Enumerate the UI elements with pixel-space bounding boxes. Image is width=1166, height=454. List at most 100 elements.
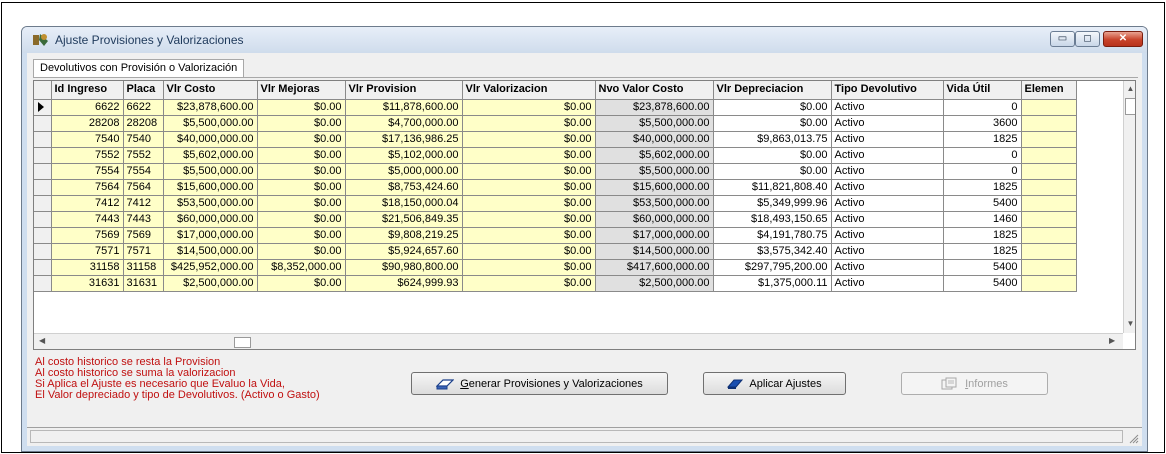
cell-col-vlr-costo[interactable]: $40,000,000.00 [163,131,258,148]
cell-col-id-ingreso[interactable]: 6622 [51,99,124,116]
cell-col-vlr-provision[interactable]: $90,980,800.00 [345,259,463,276]
table-row[interactable]: 7569 7569 $17,000,000.00 $0.00 $9,808,219.25… [34,227,1077,244]
resize-grip-icon[interactable] [1129,434,1139,444]
cell-col-vlr-valorizacion[interactable]: $0.00 [462,259,596,276]
cell-col-vlr-mejoras[interactable]: $0.00 [257,99,346,116]
cell-col-id-ingreso[interactable]: 28208 [51,115,124,132]
scroll-left-icon[interactable]: ◀ [39,336,45,345]
cell-col-vlr-depreciacion[interactable]: $9,863,013.75 [713,131,832,148]
cell-col-placa[interactable]: 6622 [123,99,164,116]
cell-col-placa[interactable]: 7554 [123,163,164,180]
row-selector[interactable] [34,115,52,132]
cell-col-nvo-valor-costo[interactable]: $40,000,000.00 [595,131,714,148]
cell-col-vlr-costo[interactable]: $14,500,000.00 [163,243,258,260]
cell-col-vlr-costo[interactable]: $15,600,000.00 [163,179,258,196]
table-row[interactable]: 7540 7540 $40,000,000.00 $0.00 $17,136,986.2… [34,131,1077,148]
row-selector[interactable] [34,99,52,116]
cell-col-id-ingreso[interactable]: 7571 [51,243,124,260]
table-row[interactable]: 6622 6622 $23,878,600.00 $0.00 $11,878,600.0… [34,99,1077,116]
table-row[interactable]: 7564 7564 $15,600,000.00 $0.00 $8,753,424.60… [34,179,1077,196]
header-col-vlr-valorizacion[interactable]: Vlr Valorizacion [462,81,596,100]
cell-col-vida-util[interactable]: 5400 [943,275,1022,292]
cell-col-vlr-mejoras[interactable]: $0.00 [257,131,346,148]
header-col-tipo-devolutivo[interactable]: Tipo Devolutivo [831,81,944,100]
cell-col-nvo-valor-costo[interactable]: $17,000,000.00 [595,227,714,244]
cell-col-id-ingreso[interactable]: 7443 [51,211,124,228]
cell-col-vlr-valorizacion[interactable]: $0.00 [462,179,596,196]
table-row[interactable]: 7571 7571 $14,500,000.00 $0.00 $5,924,657.60… [34,243,1077,260]
cell-col-vlr-depreciacion[interactable]: $3,575,342.40 [713,243,832,260]
cell-col-vlr-provision[interactable]: $9,808,219.25 [345,227,463,244]
cell-col-vlr-mejoras[interactable]: $0.00 [257,163,346,180]
cell-col-placa[interactable]: 31631 [123,275,164,292]
cell-col-vlr-valorizacion[interactable]: $0.00 [462,227,596,244]
cell-col-vida-util[interactable]: 0 [943,99,1022,116]
cell-col-tipo-devolutivo[interactable]: Activo [831,131,944,148]
cell-col-vida-util[interactable]: 1825 [943,131,1022,148]
header-col-nvo-valor-costo[interactable]: Nvo Valor Costo [595,81,714,100]
cell-col-vlr-provision[interactable]: $8,753,424.60 [345,179,463,196]
cell-col-vlr-costo[interactable]: $2,500,000.00 [163,275,258,292]
cell-col-elemento[interactable] [1021,147,1077,164]
cell-col-placa[interactable]: 7443 [123,211,164,228]
cell-col-vlr-provision[interactable]: $4,700,000.00 [345,115,463,132]
cell-col-vlr-depreciacion[interactable]: $0.00 [713,115,832,132]
cell-col-id-ingreso[interactable]: 7564 [51,179,124,196]
cell-col-elemento[interactable] [1021,163,1077,180]
cell-col-placa[interactable]: 31158 [123,259,164,276]
table-row[interactable]: 7412 7412 $53,500,000.00 $0.00 $18,150,000.0… [34,195,1077,212]
table-row[interactable]: 31631 31631 $2,500,000.00 $0.00 $624,999.93 $… [34,275,1077,292]
generar-provisiones-button[interactable]: Generar Provisiones y Valorizaciones [411,372,668,395]
cell-col-id-ingreso[interactable]: 7540 [51,131,124,148]
close-button[interactable]: ✕ [1103,31,1143,47]
cell-col-tipo-devolutivo[interactable]: Activo [831,179,944,196]
cell-col-vida-util[interactable]: 1460 [943,211,1022,228]
cell-col-vlr-depreciacion[interactable]: $0.00 [713,99,832,116]
cell-col-vlr-costo[interactable]: $5,500,000.00 [163,163,258,180]
row-selector[interactable] [34,131,52,148]
cell-col-vlr-depreciacion[interactable]: $1,375,000.11 [713,275,832,292]
cell-col-elemento[interactable] [1021,243,1077,260]
cell-col-vida-util[interactable]: 5400 [943,259,1022,276]
row-selector[interactable] [34,195,52,212]
cell-col-vlr-mejoras[interactable]: $0.00 [257,211,346,228]
cell-col-id-ingreso[interactable]: 7569 [51,227,124,244]
cell-col-elemento[interactable] [1021,211,1077,228]
cell-col-vlr-valorizacion[interactable]: $0.00 [462,99,596,116]
cell-col-vlr-mejoras[interactable]: $8,352,000.00 [257,259,346,276]
cell-col-id-ingreso[interactable]: 7552 [51,147,124,164]
cell-col-vlr-depreciacion[interactable]: $297,795,200.00 [713,259,832,276]
header-col-vlr-costo[interactable]: Vlr Costo [163,81,258,100]
cell-col-vlr-costo[interactable]: $60,000,000.00 [163,211,258,228]
cell-col-vlr-valorizacion[interactable]: $0.00 [462,115,596,132]
cell-col-vlr-depreciacion[interactable]: $0.00 [713,163,832,180]
cell-col-id-ingreso[interactable]: 31158 [51,259,124,276]
cell-col-id-ingreso[interactable]: 7554 [51,163,124,180]
cell-col-nvo-valor-costo[interactable]: $417,600,000.00 [595,259,714,276]
cell-col-vlr-costo[interactable]: $53,500,000.00 [163,195,258,212]
minimize-button[interactable]: ▭ [1050,31,1075,47]
vertical-scrollbar[interactable]: ▲ ▼ [1123,81,1135,333]
row-selector[interactable] [34,259,52,276]
cell-col-nvo-valor-costo[interactable]: $60,000,000.00 [595,211,714,228]
cell-col-placa[interactable]: 28208 [123,115,164,132]
cell-col-vida-util[interactable]: 5400 [943,195,1022,212]
cell-col-vlr-valorizacion[interactable]: $0.00 [462,243,596,260]
tab-devolutivos[interactable]: Devolutivos con Provisión o Valorización [33,59,245,77]
cell-col-nvo-valor-costo[interactable]: $5,500,000.00 [595,115,714,132]
table-row[interactable]: 28208 28208 $5,500,000.00 $0.00 $4,700,000.0… [34,115,1077,132]
cell-col-placa[interactable]: 7569 [123,227,164,244]
scroll-down-icon[interactable]: ▼ [1124,319,1135,328]
cell-col-vlr-mejoras[interactable]: $0.00 [257,243,346,260]
cell-col-vlr-depreciacion[interactable]: $5,349,999.96 [713,195,832,212]
cell-col-tipo-devolutivo[interactable]: Activo [831,115,944,132]
cell-col-vlr-valorizacion[interactable]: $0.00 [462,147,596,164]
cell-col-tipo-devolutivo[interactable]: Activo [831,259,944,276]
cell-col-vlr-mejoras[interactable]: $0.00 [257,275,346,292]
cell-col-vlr-costo[interactable]: $5,500,000.00 [163,115,258,132]
cell-col-elemento[interactable] [1021,259,1077,276]
cell-col-vlr-costo[interactable]: $5,602,000.00 [163,147,258,164]
row-selector[interactable] [34,275,52,292]
data-grid[interactable]: Id Ingreso Placa Vlr Costo Vlr Mejoras Vlr P… [33,80,1136,350]
cell-col-vlr-provision[interactable]: $5,000,000.00 [345,163,463,180]
